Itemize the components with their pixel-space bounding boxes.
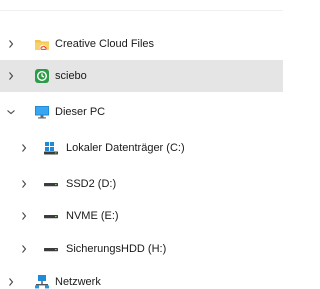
computer-icon <box>34 104 50 120</box>
drive-icon <box>43 208 59 224</box>
nav-item-drive-h[interactable]: SicherungsHDD (H:) <box>0 233 283 265</box>
nav-item-netzwerk[interactable]: Netzwerk <box>0 266 283 289</box>
nav-item-label: Netzwerk <box>55 276 101 288</box>
chevron-right-icon[interactable] <box>19 179 29 189</box>
nav-item-label: SicherungsHDD (H:) <box>66 243 167 255</box>
nav-item-label: NVME (E:) <box>66 210 119 222</box>
chevron-right-icon[interactable] <box>19 244 29 254</box>
chevron-right-icon[interactable] <box>19 143 29 153</box>
navigation-pane: Creative Cloud Files sciebo Dieser PC Lo… <box>0 0 283 289</box>
network-icon <box>34 274 50 289</box>
chevron-down-icon[interactable] <box>6 107 16 117</box>
nav-item-label: sciebo <box>55 70 87 82</box>
creative-cloud-folder-icon <box>34 36 50 52</box>
nav-item-label: Dieser PC <box>55 106 106 118</box>
chevron-right-icon[interactable] <box>6 71 16 81</box>
nav-item-drive-c[interactable]: Lokaler Datenträger (C:) <box>0 132 283 164</box>
nav-item-label: Lokaler Datenträger (C:) <box>66 142 185 154</box>
divider <box>0 0 283 11</box>
nav-item-label: SSD2 (D:) <box>66 178 117 190</box>
chevron-right-icon[interactable] <box>6 39 16 49</box>
nav-item-label: Creative Cloud Files <box>55 38 155 50</box>
nav-item-drive-d[interactable]: SSD2 (D:) <box>0 168 283 200</box>
nav-item-dieser-pc[interactable]: Dieser PC <box>0 96 283 128</box>
nav-item-drive-e[interactable]: NVME (E:) <box>0 200 283 232</box>
drive-icon <box>43 241 59 257</box>
windows-drive-icon <box>43 140 59 156</box>
sciebo-icon <box>34 68 50 84</box>
drive-icon <box>43 176 59 192</box>
nav-item-sciebo[interactable]: sciebo <box>0 60 283 92</box>
chevron-right-icon[interactable] <box>19 211 29 221</box>
nav-item-creative-cloud-files[interactable]: Creative Cloud Files <box>0 28 283 60</box>
chevron-right-icon[interactable] <box>6 277 16 287</box>
